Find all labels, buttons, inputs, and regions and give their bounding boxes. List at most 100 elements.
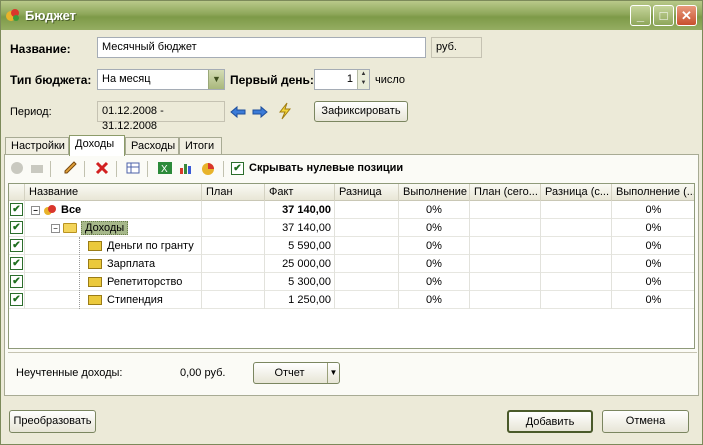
first-day-spinner[interactable]: 1 ▲ ▼ bbox=[314, 69, 370, 90]
header-difference[interactable]: Разница bbox=[335, 184, 399, 201]
cell-fact: 25 000,00 bbox=[265, 255, 335, 273]
spin-down-icon[interactable]: ▼ bbox=[358, 79, 369, 88]
previous-period-icon[interactable] bbox=[230, 104, 246, 120]
folder-icon[interactable] bbox=[29, 160, 45, 176]
header-performance[interactable]: Выполнение bbox=[399, 184, 470, 201]
minimize-icon: _ bbox=[636, 8, 645, 23]
cell-difference bbox=[335, 255, 399, 273]
cell-plan-today bbox=[470, 237, 541, 255]
table-settings-icon[interactable] bbox=[125, 160, 141, 176]
pie-chart-icon[interactable] bbox=[200, 160, 216, 176]
tab-totals[interactable]: Итоги bbox=[179, 137, 222, 155]
row-checkbox[interactable]: ✔ bbox=[10, 257, 23, 270]
spin-up-icon[interactable]: ▲ bbox=[358, 70, 369, 79]
cell-difference bbox=[335, 291, 399, 309]
report-button-label: Отчет bbox=[274, 367, 305, 379]
add-button[interactable]: Добавить bbox=[507, 410, 593, 433]
tab-expenses[interactable]: Расходы bbox=[125, 137, 179, 155]
table-row[interactable]: ✔ Стипендия 1 250,00 0% 0% bbox=[9, 291, 694, 309]
cell-fact: 5 590,00 bbox=[265, 237, 335, 255]
header-plan-today[interactable]: План (сего... bbox=[470, 184, 541, 201]
period-label: Период: bbox=[10, 106, 52, 118]
cell-plan-today bbox=[470, 255, 541, 273]
table-row[interactable]: ✔ − Все 37 140,00 0% 0% bbox=[9, 201, 694, 219]
cell-performance-today: 0% bbox=[612, 201, 694, 219]
hide-zero-label: Скрывать нулевые позиции bbox=[249, 162, 404, 174]
maximize-button[interactable]: □ bbox=[653, 5, 674, 26]
tab-settings[interactable]: Настройки bbox=[5, 137, 69, 155]
cell-performance: 0% bbox=[399, 273, 470, 291]
hide-zero-checkbox[interactable]: ✔ bbox=[231, 162, 244, 175]
report-dropdown-icon[interactable]: ▼ bbox=[327, 363, 339, 383]
budget-type-value: На месяц bbox=[102, 73, 151, 85]
refresh-icon[interactable] bbox=[9, 160, 25, 176]
maximize-icon: □ bbox=[659, 8, 668, 23]
all-categories-icon bbox=[44, 205, 56, 216]
header-fact[interactable]: Факт bbox=[265, 184, 335, 201]
next-period-icon[interactable] bbox=[252, 104, 268, 120]
unaccounted-value: 0,00 руб. bbox=[180, 367, 226, 379]
budget-type-select[interactable]: На месяц ▼ bbox=[97, 69, 225, 90]
current-period-lightning-icon[interactable] bbox=[277, 102, 293, 120]
income-panel: X ✔ Скрывать нулевые позиции Название Пл… bbox=[4, 154, 699, 396]
spinner-buttons[interactable]: ▲ ▼ bbox=[357, 70, 369, 89]
title-bar: Бюджет _ □ ✕ bbox=[1, 1, 702, 30]
first-day-unit: число bbox=[375, 74, 406, 86]
header-difference-today[interactable]: Разница (с... bbox=[541, 184, 612, 201]
toolbar-separator bbox=[84, 161, 85, 177]
currency-field: руб. bbox=[431, 37, 482, 58]
excel-export-icon[interactable]: X bbox=[157, 160, 173, 176]
row-checkbox[interactable]: ✔ bbox=[10, 221, 23, 234]
cell-difference-today bbox=[541, 219, 612, 237]
income-item-icon bbox=[88, 259, 102, 270]
name-input[interactable]: Месячный бюджет bbox=[97, 37, 426, 58]
cell-plan bbox=[202, 201, 265, 219]
table-row[interactable]: ✔ Репетиторство 5 300,00 0% 0% bbox=[9, 273, 694, 291]
income-item-icon bbox=[88, 277, 102, 288]
bar-chart-icon[interactable] bbox=[178, 160, 194, 176]
row-checkbox[interactable]: ✔ bbox=[10, 275, 23, 288]
cell-plan-today bbox=[470, 219, 541, 237]
report-button[interactable]: Отчет ▼ bbox=[253, 362, 340, 384]
chevron-down-icon[interactable]: ▼ bbox=[208, 70, 224, 89]
income-grid[interactable]: Название План Факт Разница Выполнение Пл… bbox=[8, 183, 695, 349]
cell-difference-today bbox=[541, 273, 612, 291]
cell-difference bbox=[335, 237, 399, 255]
tree-line bbox=[79, 237, 80, 309]
row-name: Доходы bbox=[81, 221, 129, 235]
grid-header: Название План Факт Разница Выполнение Пл… bbox=[9, 184, 694, 201]
close-button[interactable]: ✕ bbox=[676, 5, 697, 26]
header-performance-today[interactable]: Выполнение (... bbox=[612, 184, 694, 201]
collapse-icon[interactable]: − bbox=[31, 205, 40, 215]
cell-plan bbox=[202, 219, 265, 237]
row-name: Деньги по гранту bbox=[107, 240, 194, 252]
header-name[interactable]: Название bbox=[25, 184, 202, 201]
minimize-button[interactable]: _ bbox=[630, 5, 651, 26]
first-day-label: Первый день: bbox=[230, 73, 314, 87]
collapse-icon[interactable]: − bbox=[51, 223, 60, 233]
name-label: Название: bbox=[10, 42, 71, 56]
cell-fact: 1 250,00 bbox=[265, 291, 335, 309]
cell-difference-today bbox=[541, 201, 612, 219]
row-checkbox[interactable]: ✔ bbox=[10, 239, 23, 252]
row-checkbox[interactable]: ✔ bbox=[10, 203, 23, 216]
cell-performance: 0% bbox=[399, 237, 470, 255]
row-checkbox[interactable]: ✔ bbox=[10, 293, 23, 306]
cell-difference-today bbox=[541, 237, 612, 255]
fix-button[interactable]: Зафиксировать bbox=[314, 101, 408, 122]
convert-button[interactable]: Преобразовать bbox=[9, 410, 96, 433]
tab-income[interactable]: Доходы bbox=[69, 135, 125, 156]
cell-performance-today: 0% bbox=[612, 255, 694, 273]
unaccounted-label: Неучтенные доходы: bbox=[16, 367, 123, 379]
edit-pencil-icon[interactable] bbox=[62, 160, 78, 176]
table-row[interactable]: ✔ − Доходы 37 140,00 0% 0% bbox=[9, 219, 694, 237]
cancel-button[interactable]: Отмена bbox=[602, 410, 689, 433]
toolbar-separator bbox=[116, 161, 117, 177]
table-row[interactable]: ✔ Зарплата 25 000,00 0% 0% bbox=[9, 255, 694, 273]
cell-performance-today: 0% bbox=[612, 273, 694, 291]
header-plan[interactable]: План bbox=[202, 184, 265, 201]
row-name: Репетиторство bbox=[107, 276, 183, 288]
delete-icon[interactable] bbox=[94, 160, 110, 176]
table-row[interactable]: ✔ Деньги по гранту 5 590,00 0% 0% bbox=[9, 237, 694, 255]
grid-toolbar: X ✔ Скрывать нулевые позиции bbox=[5, 158, 698, 182]
